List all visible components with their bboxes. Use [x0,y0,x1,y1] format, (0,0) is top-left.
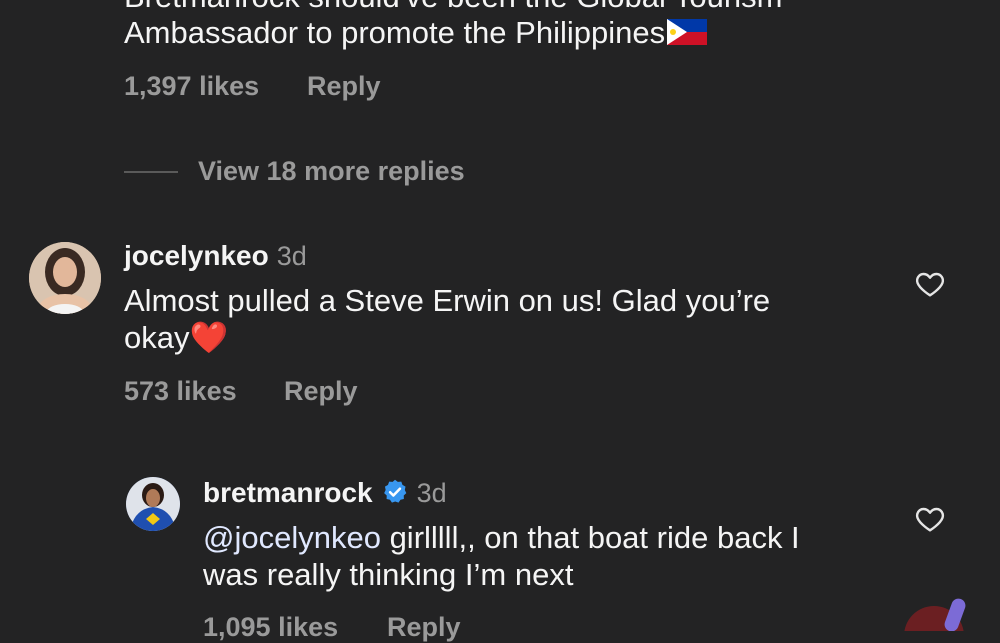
comment-header: jocelynkeo 3d [124,240,307,272]
avatar-image [126,477,180,531]
sticker-icon [904,598,966,631]
comment-text-line: Ambassador to promote the Philippines [124,14,708,52]
comment-text-line: @jocelynkeo girlllll,, on that boat ride… [203,520,800,555]
likes-count[interactable]: 1,095 likes [203,612,338,643]
likes-count[interactable]: 1,397 likes [124,71,259,102]
philippines-flag-icon [667,19,708,45]
view-more-replies-button[interactable]: View 18 more replies [198,156,465,187]
heart-emoji: ❤️ [189,320,229,355]
comment-text-line: was really thinking I’m next [203,557,574,592]
verified-badge-icon [383,479,406,503]
avatar[interactable] [126,477,180,531]
floating-sticker[interactable] [900,598,970,631]
timestamp: 3d [416,478,447,508]
comment-text-line: Almost pulled a Steve Erwin on us! Glad … [124,283,771,318]
like-heart-icon[interactable] [914,503,946,535]
comment-header: bretmanrock 3d [203,477,447,509]
like-heart-icon[interactable] [914,268,946,300]
username[interactable]: bretmanrock [203,477,373,508]
reply-button[interactable]: Reply [284,376,358,407]
avatar[interactable] [29,242,101,314]
comment-text-line: okay❤️ [124,320,229,355]
reply-button[interactable]: Reply [387,612,461,643]
avatar-image [29,242,101,314]
likes-count[interactable]: 573 likes [124,376,237,407]
divider [124,171,178,173]
timestamp: 3d [276,241,307,271]
mention-link[interactable]: @jocelynkeo [203,520,381,555]
reply-button[interactable]: Reply [307,71,381,102]
username[interactable]: jocelynkeo [124,240,269,271]
